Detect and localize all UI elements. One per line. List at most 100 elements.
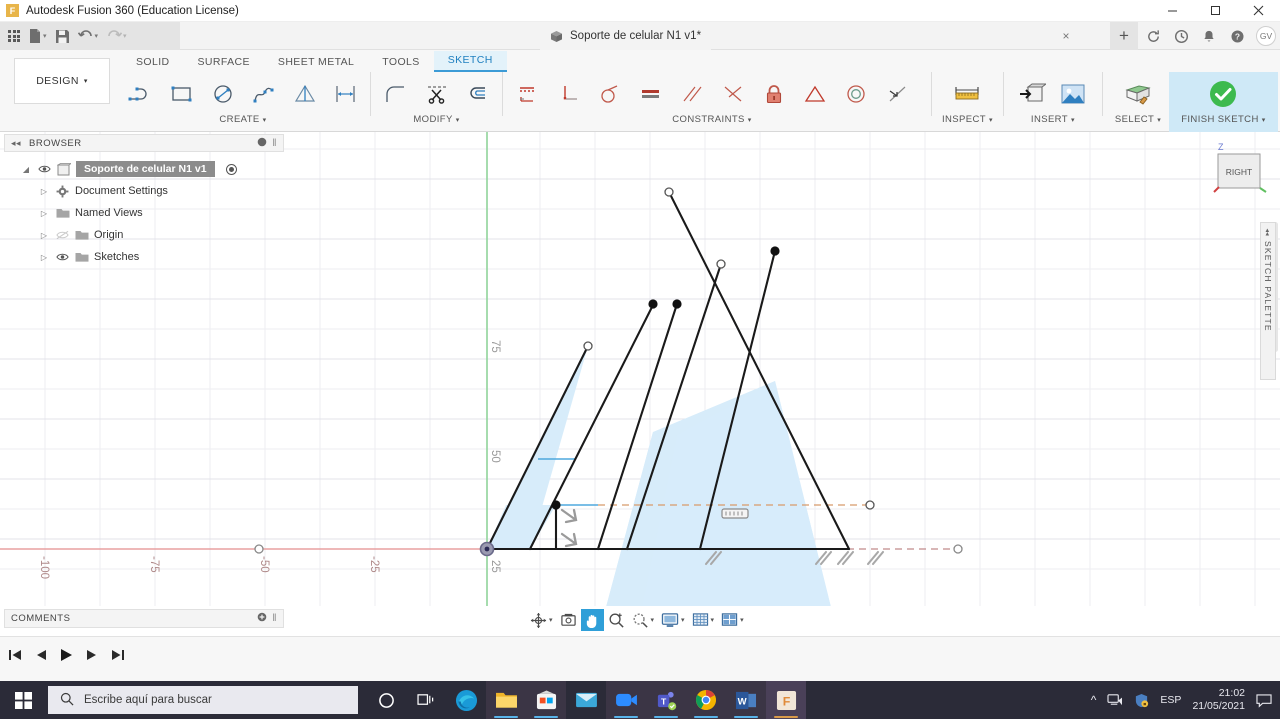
midpoint-constraint[interactable] <box>876 73 917 115</box>
zoom-icon[interactable] <box>606 681 646 719</box>
activate-component-radio[interactable] <box>225 163 237 175</box>
parallel-constraint[interactable] <box>671 73 712 115</box>
perpendicular-constraint[interactable] <box>712 73 753 115</box>
sketch-palette-tab[interactable]: ◂◂ SKETCH PALETTE <box>1260 222 1276 380</box>
tree-node-sketches[interactable]: ▷ Sketches <box>4 246 284 268</box>
taskbar-search-box[interactable]: Escribe aquí para buscar <box>48 686 358 714</box>
redo-caret[interactable]: ▾ <box>123 32 127 40</box>
ribbon-group-constraints-label[interactable]: CONSTRAINTS ▾ <box>672 114 751 125</box>
tab-sketch[interactable]: SKETCH <box>433 51 507 72</box>
save-button[interactable] <box>52 24 73 48</box>
zoom-tool[interactable] <box>605 609 628 631</box>
expand-arrow-icon[interactable]: ▷ <box>38 231 50 240</box>
finish-sketch-check-icon[interactable] <box>1203 73 1244 115</box>
notification-center-icon[interactable] <box>1256 693 1272 708</box>
mirror-tool[interactable] <box>284 73 325 115</box>
ribbon-group-modify-label[interactable]: MODIFY ▾ <box>413 114 459 125</box>
ribbon-group-insert-label[interactable]: INSERT ▾ <box>1031 114 1075 125</box>
new-file-caret[interactable]: ▾ <box>43 32 47 40</box>
chevron-down-icon[interactable]: ▾ <box>651 616 655 624</box>
zoom-window-tool[interactable]: ▾ <box>629 609 658 631</box>
browser-resize-handle[interactable]: ‖ <box>272 138 277 149</box>
fillet-tool[interactable] <box>375 73 416 115</box>
ribbon-group-finish-sketch-label[interactable]: FINISH SKETCH ▾ <box>1181 114 1265 125</box>
teams-icon[interactable]: T <box>646 681 686 719</box>
tree-node-document-settings[interactable]: ▷ Document Settings <box>4 180 284 202</box>
redo-button[interactable]: ▾ <box>103 24 130 48</box>
file-explorer-icon[interactable] <box>486 681 526 719</box>
ribbon-group-finish-sketch[interactable]: FINISH SKETCH ▾ <box>1169 72 1278 132</box>
word-icon[interactable]: W <box>726 681 766 719</box>
sketch-palette-collapse-icon[interactable]: ◂◂ <box>1264 228 1272 235</box>
pan-tool[interactable] <box>580 609 604 631</box>
play-button[interactable] <box>59 647 74 668</box>
document-tab[interactable]: Soporte de celular N1 v1* <box>540 22 712 50</box>
new-file-button[interactable]: ▾ <box>25 24 50 48</box>
horizontal-vertical-constraint[interactable] <box>507 73 548 115</box>
offset-tool[interactable] <box>457 73 498 115</box>
comments-add-icon[interactable] <box>257 612 267 625</box>
history-icon[interactable] <box>1168 24 1194 48</box>
help-icon[interactable]: ? <box>1224 24 1250 48</box>
design-workspace-dropdown[interactable]: DESIGN ▾ <box>14 58 110 104</box>
maximize-button[interactable] <box>1194 0 1237 22</box>
ribbon-group-create-label[interactable]: CREATE ▾ <box>219 114 266 125</box>
step-forward-button[interactable] <box>86 648 99 667</box>
visibility-eye-icon[interactable] <box>55 252 69 262</box>
windows-start-button[interactable] <box>0 681 46 719</box>
new-tab-button[interactable]: + <box>1110 22 1138 50</box>
visibility-eye-icon[interactable] <box>37 164 51 174</box>
expand-arrow-icon[interactable]: ◢ <box>20 165 32 174</box>
go-to-end-button[interactable] <box>111 648 125 667</box>
look-at-tool[interactable] <box>557 609 580 631</box>
tab-surface[interactable]: SURFACE <box>184 53 264 72</box>
circle-tool[interactable] <box>202 73 243 115</box>
user-avatar[interactable]: GV <box>1256 26 1276 46</box>
select-tool[interactable] <box>1118 73 1159 115</box>
chevron-down-icon[interactable]: ▾ <box>549 616 553 624</box>
comments-panel[interactable]: COMMENTS ‖ <box>4 609 284 628</box>
fusion360-icon[interactable]: F <box>766 681 806 719</box>
measure-tool[interactable] <box>947 73 988 115</box>
tray-language-indicator[interactable]: ESP <box>1160 694 1181 706</box>
refresh-icon[interactable] <box>1140 24 1166 48</box>
dimension-tool[interactable] <box>325 73 366 115</box>
tree-node-origin[interactable]: ▷ Origin <box>4 224 284 246</box>
tree-node-root[interactable]: ◢ Soporte de celular N1 v1 <box>4 158 284 180</box>
minimize-button[interactable] <box>1151 0 1194 22</box>
equal-constraint[interactable] <box>630 73 671 115</box>
trim-tool[interactable] <box>416 73 457 115</box>
network-icon[interactable] <box>1107 693 1123 707</box>
undo-caret[interactable]: ▾ <box>95 32 99 40</box>
browser-collapse-icon[interactable]: ◂◂ <box>11 138 21 149</box>
vertical-constraint[interactable] <box>548 73 589 115</box>
ribbon-group-select-label[interactable]: SELECT ▾ <box>1115 114 1161 125</box>
mail-icon[interactable] <box>566 681 606 719</box>
tab-solid[interactable]: SOLID <box>122 53 184 72</box>
view-cube[interactable]: Z RIGHT <box>1210 140 1274 202</box>
spline-tool[interactable] <box>243 73 284 115</box>
display-settings[interactable]: ▾ <box>658 609 688 631</box>
cortana-icon[interactable] <box>366 681 406 719</box>
chevron-down-icon[interactable]: ▾ <box>740 616 744 624</box>
tab-sheet-metal[interactable]: SHEET METAL <box>264 53 368 72</box>
viewports[interactable]: ▾ <box>718 609 747 631</box>
tab-tools[interactable]: TOOLS <box>368 53 433 72</box>
edge-icon[interactable] <box>446 681 486 719</box>
comments-resize-handle[interactable]: ‖ <box>272 613 277 624</box>
app-grid-icon[interactable] <box>5 24 23 48</box>
browser-settings-icon[interactable] <box>257 137 267 150</box>
tray-expand-chevron-icon[interactable]: ^ <box>1091 693 1097 707</box>
grid-snaps[interactable]: ▾ <box>689 609 718 631</box>
chevron-down-icon[interactable]: ▾ <box>681 616 685 624</box>
insert-image-tool[interactable] <box>1053 73 1094 115</box>
tangent-constraint[interactable] <box>589 73 630 115</box>
document-tab-close-icon[interactable]: × <box>1058 22 1074 50</box>
orbit-tool[interactable]: ▾ <box>527 609 556 631</box>
security-icon[interactable] <box>1134 693 1149 708</box>
rectangle-tool[interactable] <box>161 73 202 115</box>
chevron-down-icon[interactable]: ▾ <box>711 616 715 624</box>
step-back-button[interactable] <box>34 648 47 667</box>
expand-arrow-icon[interactable]: ▷ <box>38 187 50 196</box>
visibility-eye-off-icon[interactable] <box>55 230 69 240</box>
